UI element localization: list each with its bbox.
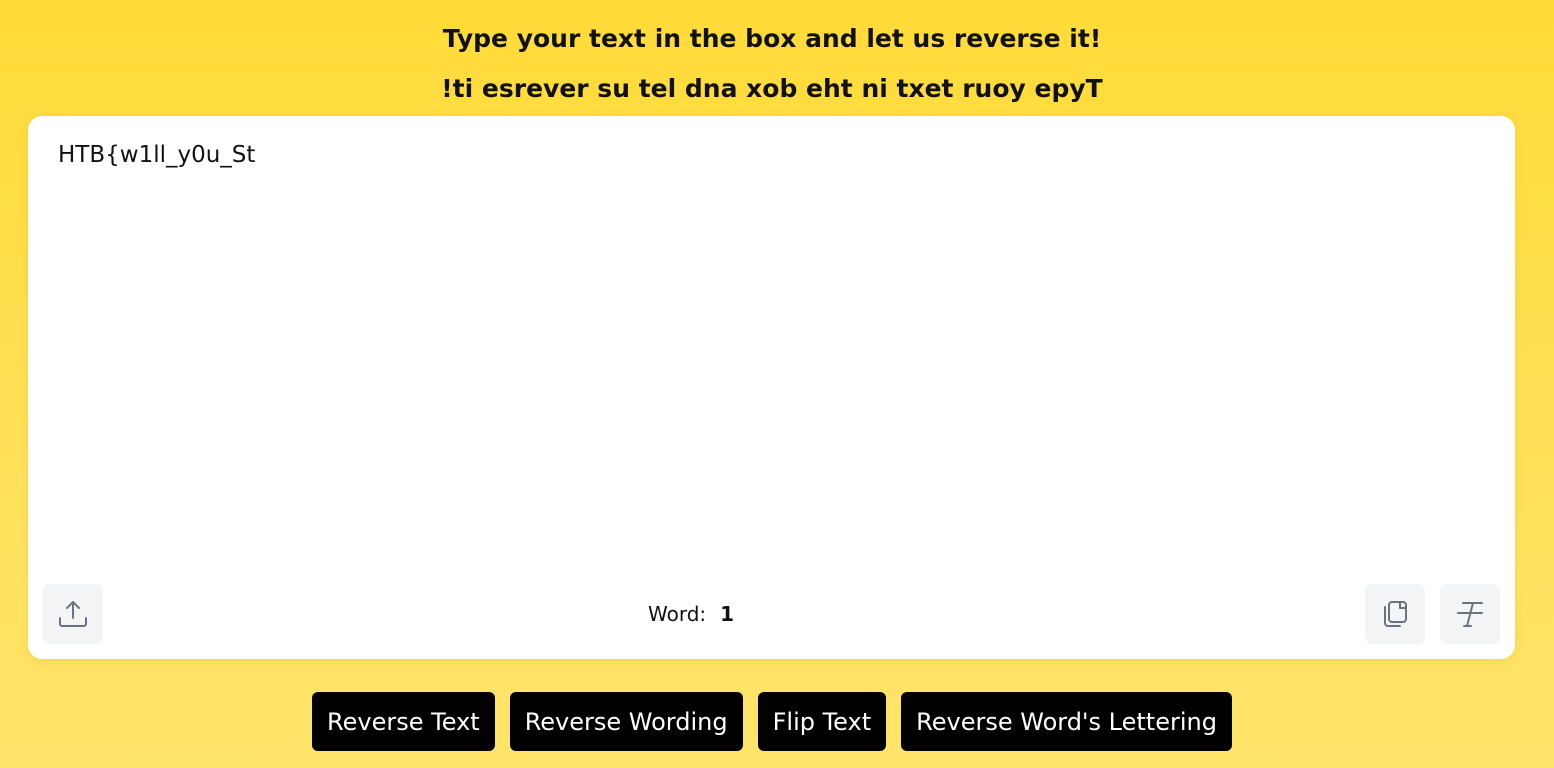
- word-count-value: 1: [720, 602, 735, 626]
- reverse-wording-button[interactable]: Reverse Wording: [509, 692, 743, 751]
- upload-button[interactable]: [43, 584, 103, 644]
- clear-format-icon: [1457, 602, 1483, 627]
- editor-card: HTB{w1ll_y0u_St Word: 1: [28, 116, 1515, 659]
- text-input[interactable]: HTB{w1ll_y0u_St: [58, 142, 1485, 582]
- upload-icon: [59, 601, 87, 627]
- word-count-label: Word:: [648, 602, 707, 626]
- flip-text-button[interactable]: Flip Text: [757, 692, 887, 751]
- reverse-word-lettering-button[interactable]: Reverse Word's Lettering: [901, 692, 1232, 751]
- copy-icon: [1384, 601, 1407, 627]
- copy-button[interactable]: [1365, 584, 1425, 644]
- action-buttons: Reverse Text Reverse Wording Flip Text R…: [0, 692, 1544, 751]
- reverse-text-button[interactable]: Reverse Text: [312, 692, 495, 751]
- page-title: Type your text in the box and let us rev…: [442, 24, 1102, 53]
- word-count: Word: 1: [648, 602, 734, 626]
- clear-format-button[interactable]: [1440, 584, 1500, 644]
- page-title-reversed: !ti esrever su tel dna xob eht ni txet r…: [441, 74, 1103, 103]
